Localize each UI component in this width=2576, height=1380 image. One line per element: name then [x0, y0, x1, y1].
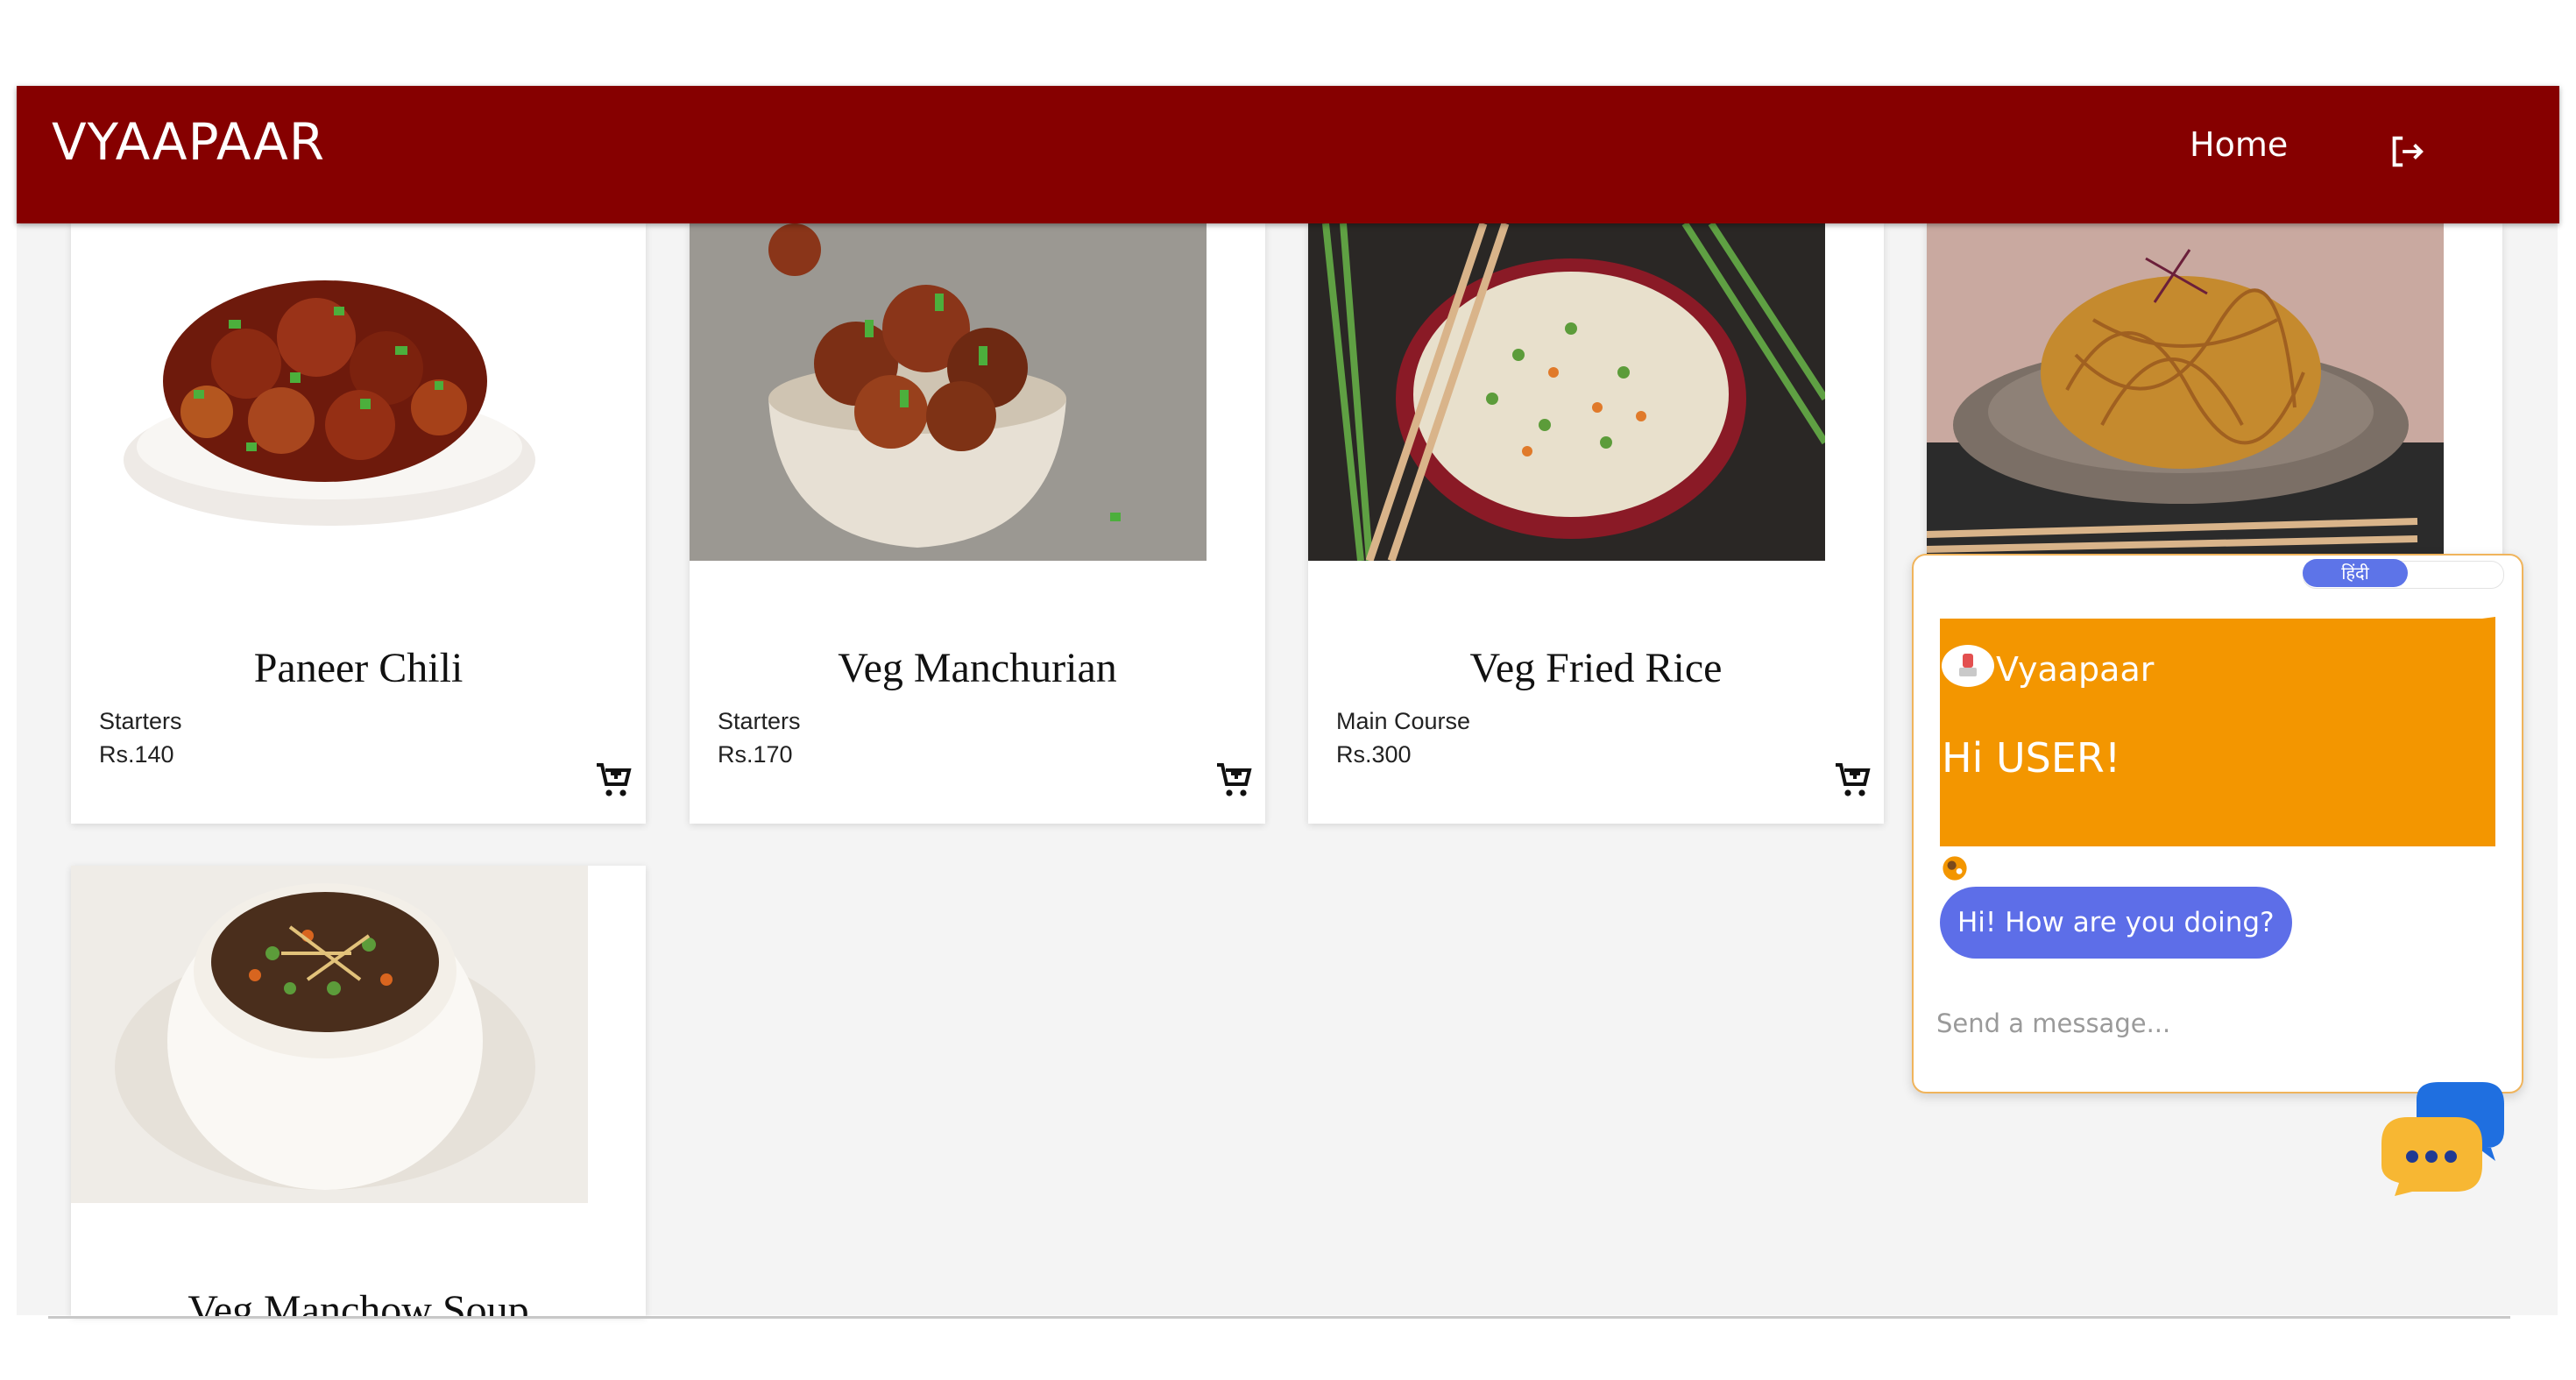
product-price: Rs.140 [99, 741, 174, 768]
chatbot-window: हिंदी Vyaapaar Hi USER! Hi! How are you … [1912, 554, 2523, 1093]
language-toggle-button[interactable]: हिंदी [2303, 559, 2408, 587]
nav-home-link[interactable]: Home [2190, 125, 2288, 164]
product-price: Rs.300 [1336, 741, 1412, 768]
veg-manchurian-photo [690, 223, 1207, 561]
chat-header-wave [1940, 617, 2495, 638]
chat-launcher-icon[interactable] [2381, 1082, 2504, 1196]
product-card[interactable]: Veg Fried Rice Main Course Rs.300 [1308, 223, 1884, 824]
product-name: Veg Fried Rice [1469, 645, 1723, 691]
product-card[interactable]: Paneer Chili Starters Rs.140 [71, 223, 646, 824]
chat-header: Vyaapaar Hi USER! [1940, 617, 2495, 846]
product-name: Paneer Chili [253, 645, 464, 691]
bot-message-bubble: Hi! How are you doing? [1940, 887, 2292, 959]
bot-avatar-icon [1959, 654, 1977, 676]
product-name: Veg Manchurian [838, 645, 1117, 691]
bot-message-avatar-icon [1943, 856, 1967, 881]
product-card[interactable]: Veg Manchow Soup [71, 866, 646, 1316]
bot-avatar [1942, 645, 1994, 687]
top-navbar: VYAAPAAR Home [17, 86, 2559, 223]
chat-greeting: Hi USER! [1942, 734, 2121, 782]
brand-logo[interactable]: VYAAPAAR [52, 112, 325, 172]
product-card[interactable]: Veg Manchurian Starters Rs.170 [690, 223, 1265, 824]
logout-icon[interactable] [2386, 131, 2426, 172]
bottom-scroll-divider [48, 1316, 2510, 1319]
product-category: Starters [99, 708, 182, 734]
product-category: Starters [718, 708, 801, 734]
veg-fried-rice-photo [1308, 223, 1825, 561]
add-to-cart-icon[interactable] [1832, 760, 1874, 802]
product-category: Main Course [1336, 708, 1471, 734]
add-to-cart-icon[interactable] [1214, 760, 1256, 802]
product-name: Veg Manchow Soup [188, 1287, 529, 1316]
paneer-chili-photo [71, 223, 588, 561]
bot-name: Vyaapaar [1996, 650, 2155, 689]
noodles-photo [1927, 223, 2444, 561]
product-price: Rs.170 [718, 741, 793, 768]
chat-message-input[interactable] [1935, 1001, 2481, 1046]
manchow-soup-photo [71, 866, 588, 1203]
add-to-cart-icon[interactable] [593, 760, 635, 802]
